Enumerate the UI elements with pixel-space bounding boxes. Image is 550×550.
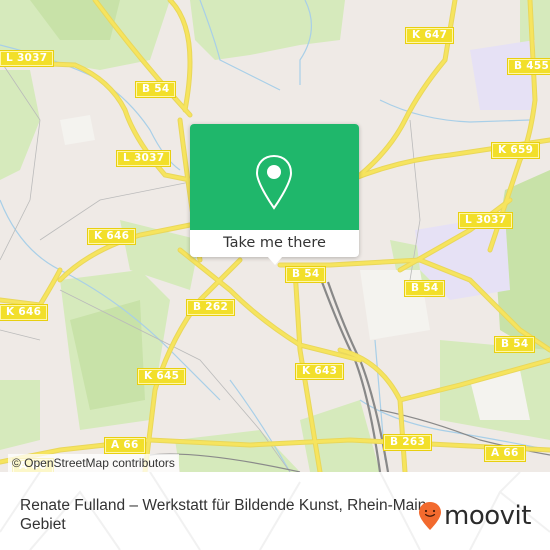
- map-view[interactable]: L 3037 B 54 L 3037 K 647 B 455 K 659 L 3…: [0, 0, 550, 472]
- take-me-there-label[interactable]: Take me there: [190, 230, 359, 257]
- footer: Renate Fulland – Werkstatt für Bildende …: [0, 472, 550, 550]
- road-label-b54: B 54: [493, 336, 536, 353]
- road-label-k645: K 645: [136, 368, 187, 385]
- moovit-smile-pin-icon: [419, 502, 441, 530]
- road-label-b54: B 54: [403, 280, 446, 297]
- road-label-k659: K 659: [490, 142, 541, 159]
- place-title: Renate Fulland – Werkstatt für Bildende …: [20, 497, 427, 533]
- road-label-l3037: L 3037: [115, 150, 172, 167]
- road-label-k646: K 646: [0, 304, 49, 321]
- moovit-wordmark: moovit: [444, 501, 531, 531]
- road-label-k647: K 647: [404, 27, 455, 44]
- take-me-there-button[interactable]: [190, 124, 359, 230]
- road-label-a66: A 66: [484, 445, 526, 462]
- road-label-k646: K 646: [86, 228, 137, 245]
- map-attribution[interactable]: © OpenStreetMap contributors: [8, 454, 179, 472]
- map-pin-icon: [255, 154, 293, 210]
- road-label-l3037: L 3037: [457, 212, 514, 229]
- moovit-logo[interactable]: moovit: [418, 500, 531, 532]
- road-label-b262: B 262: [185, 299, 236, 316]
- road-label-b54: B 54: [284, 266, 327, 283]
- road-label-b54: B 54: [134, 81, 177, 98]
- road-label-a66: A 66: [104, 437, 146, 454]
- road-label-b263: B 263: [382, 434, 433, 451]
- road-label-b455: B 455: [506, 58, 550, 75]
- road-label-k643: K 643: [294, 363, 345, 380]
- road-label-l3037: L 3037: [0, 50, 55, 67]
- popup-pointer: [267, 256, 283, 265]
- location-popup[interactable]: Take me there: [190, 124, 359, 265]
